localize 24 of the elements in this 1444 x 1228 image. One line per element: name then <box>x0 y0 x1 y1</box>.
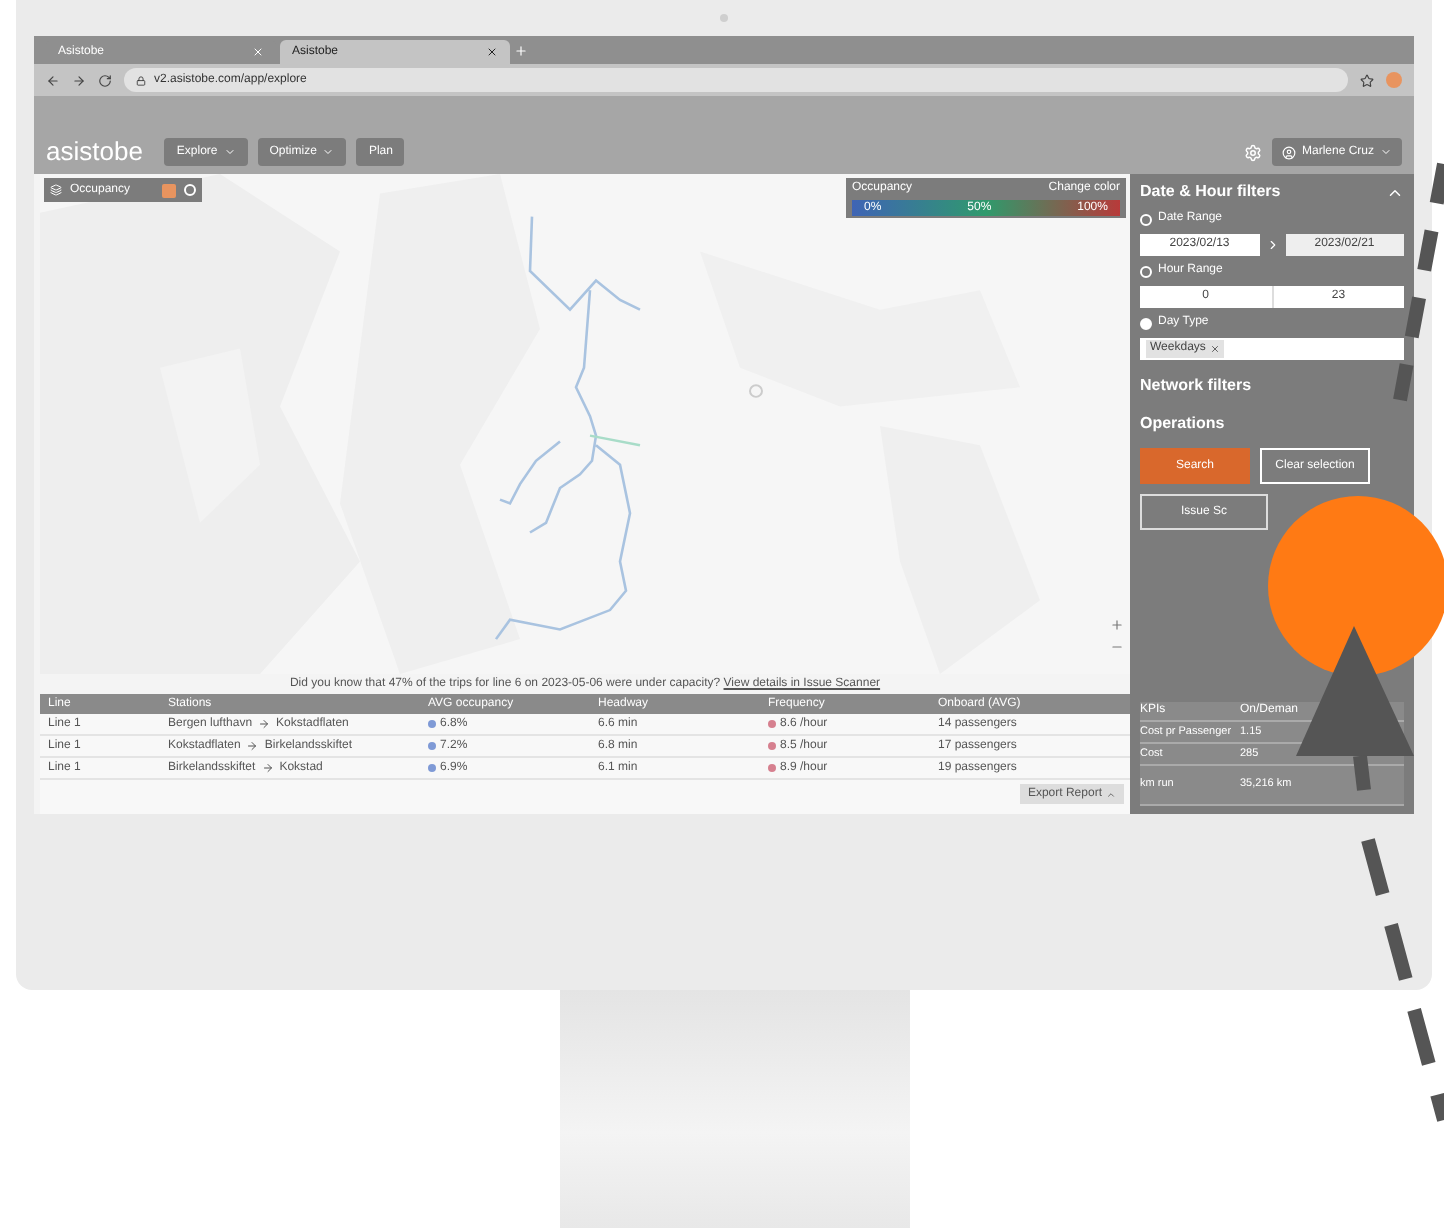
layers-icon[interactable] <box>50 184 62 196</box>
forward-icon[interactable] <box>72 73 86 87</box>
arrow-icon <box>261 762 274 774</box>
section-title[interactable]: Network filters <box>1140 374 1404 398</box>
logo: asistobe <box>46 138 143 166</box>
chevron-icon <box>1265 238 1279 252</box>
arrow-icon <box>246 740 259 752</box>
checkbox[interactable] <box>1140 213 1152 225</box>
new-tab-icon[interactable] <box>514 44 528 58</box>
arrow-icon <box>258 718 271 730</box>
reload-icon[interactable] <box>98 73 112 87</box>
checkbox[interactable] <box>1140 265 1152 277</box>
caret-icon <box>1380 146 1392 158</box>
caret-icon <box>1106 789 1116 799</box>
star-icon[interactable] <box>1360 73 1374 87</box>
user-icon <box>1281 145 1296 159</box>
settings-icon[interactable] <box>1243 144 1262 162</box>
checkbox[interactable] <box>1140 317 1152 329</box>
zoom-in-icon[interactable] <box>1110 618 1124 632</box>
lock-icon <box>136 75 146 85</box>
panel-title: Date & Hour filters <box>1140 180 1281 204</box>
back-icon[interactable] <box>46 73 60 87</box>
close-icon[interactable] <box>486 46 498 58</box>
section-title[interactable]: Operations <box>1140 412 1404 436</box>
